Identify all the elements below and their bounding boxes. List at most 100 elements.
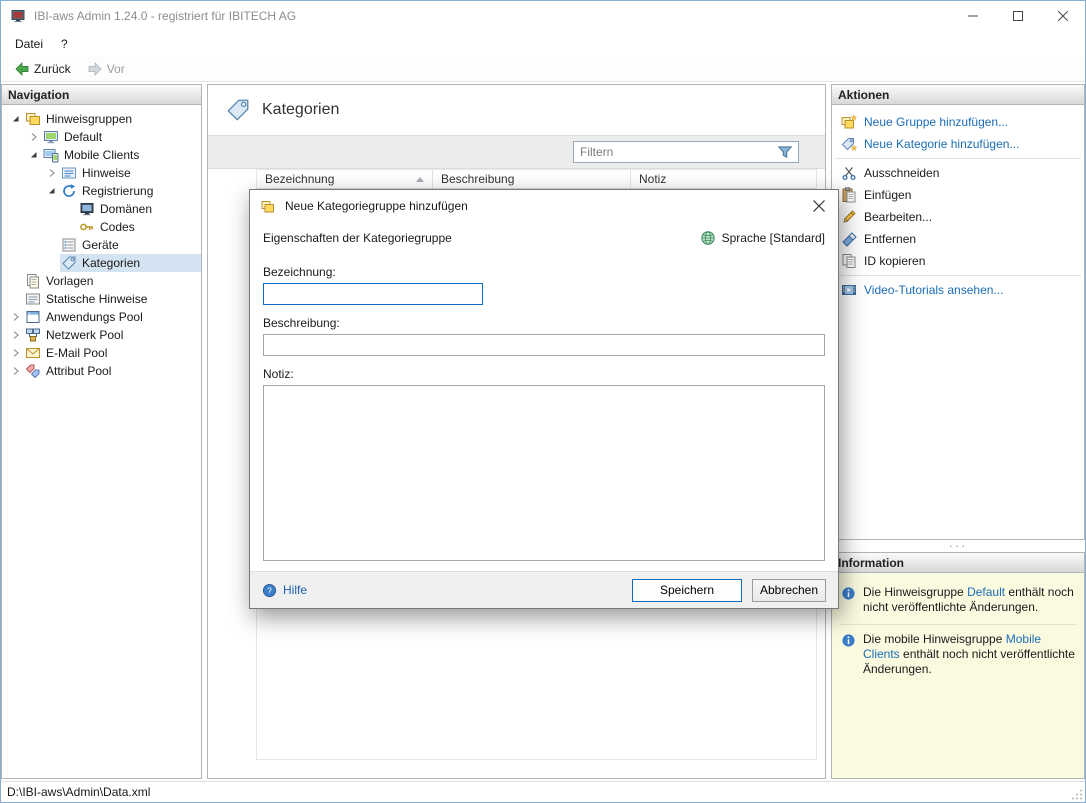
help-link[interactable]: ? Hilfe [262, 583, 307, 598]
devices-icon [61, 237, 77, 253]
network-pool-icon [25, 327, 41, 343]
tree-item-domaenen[interactable]: Domänen [2, 200, 201, 218]
sort-asc-icon [416, 177, 424, 182]
notiz-label: Notiz: [263, 367, 825, 381]
column-header-beschreibung[interactable]: Beschreibung [433, 170, 631, 188]
paste-icon [841, 187, 857, 203]
tree-item-label: Codes [100, 220, 135, 234]
dialog-title: Neue Kategoriegruppe hinzufügen [285, 199, 468, 213]
info-item: Die mobile Hinweisgruppe Mobile Clients … [839, 624, 1077, 686]
tree-item-anwendungs-pool[interactable]: Anwendungs Pool [2, 308, 201, 326]
action-label: Bearbeiten... [864, 210, 932, 224]
chevron-expanded-icon[interactable] [44, 183, 60, 199]
tree-item-registrierung[interactable]: Registrierung [2, 182, 201, 200]
cancel-button[interactable]: Abbrechen [752, 579, 826, 602]
chevron-collapsed-icon[interactable] [8, 363, 24, 379]
tree-item-label: E-Mail Pool [46, 346, 107, 360]
back-arrow-icon [14, 61, 30, 77]
filter-icon[interactable] [776, 143, 794, 161]
chevron-expanded-icon[interactable] [8, 111, 24, 127]
tree-item-label: Attribut Pool [46, 364, 111, 378]
maximize-button[interactable] [995, 1, 1040, 31]
mobile-clients-icon [43, 147, 59, 163]
menu-help[interactable]: ? [52, 33, 77, 55]
chevron-collapsed-icon[interactable] [8, 345, 24, 361]
column-header-bezeichnung[interactable]: Bezeichnung [257, 170, 433, 188]
tree-item-vorlagen[interactable]: Vorlagen [2, 272, 201, 290]
new-category-group-dialog: Neue Kategoriegruppe hinzufügen Eigensch… [249, 189, 839, 609]
navigation-header: Navigation [2, 85, 201, 105]
save-button[interactable]: Speichern [632, 579, 742, 602]
action-video-tutorials[interactable]: Video-Tutorials ansehen... [832, 279, 1084, 301]
templates-icon [25, 273, 41, 289]
action-edit[interactable]: Bearbeiten... [832, 206, 1084, 228]
tree-item-kategorien[interactable]: Kategorien [2, 254, 201, 272]
tree-item-hinweise[interactable]: Hinweise [2, 164, 201, 182]
action-cut[interactable]: Ausschneiden [832, 162, 1084, 184]
domains-icon [79, 201, 95, 217]
chevron-collapsed-icon[interactable] [8, 309, 24, 325]
close-button[interactable] [1040, 1, 1085, 31]
column-label: Notiz [639, 172, 666, 186]
notiz-textarea[interactable] [263, 385, 825, 561]
action-new-category[interactable]: Neue Kategorie hinzufügen... [832, 133, 1084, 155]
action-copy-id[interactable]: ID kopieren [832, 250, 1084, 272]
tree-item-codes[interactable]: Codes [2, 218, 201, 236]
resize-grip-icon[interactable] [1071, 788, 1083, 800]
info-link-default[interactable]: Default [967, 585, 1005, 599]
action-label: Einfügen [864, 188, 911, 202]
chevron-collapsed-icon[interactable] [26, 129, 42, 145]
minimize-button[interactable] [950, 1, 995, 31]
chevron-collapsed-icon[interactable] [44, 165, 60, 181]
tree-item-geraete[interactable]: Geräte [2, 236, 201, 254]
edit-icon [841, 209, 857, 225]
chevron-collapsed-icon[interactable] [8, 327, 24, 343]
app-icon [10, 8, 26, 24]
tree-item-label: Netzwerk Pool [46, 328, 123, 342]
tree-item-mobile-clients[interactable]: Mobile Clients [2, 146, 201, 164]
info-icon [841, 633, 856, 648]
action-new-group[interactable]: Neue Gruppe hinzufügen... [832, 111, 1084, 133]
tree-item-label: Vorlagen [46, 274, 93, 288]
dialog-close-button[interactable] [804, 191, 834, 221]
tree-item-hinweisgruppen[interactable]: Hinweisgruppen [2, 110, 201, 128]
action-remove[interactable]: Entfernen [832, 228, 1084, 250]
tree-item-default[interactable]: Default [2, 128, 201, 146]
dialog-footer: ? Hilfe Speichern Abbrechen [250, 571, 838, 608]
monitor-icon [43, 129, 59, 145]
dialog-title-bar[interactable]: Neue Kategoriegruppe hinzufügen [250, 190, 838, 222]
filter-box [573, 141, 799, 163]
beschreibung-input[interactable] [263, 334, 825, 356]
information-list: Die Hinweisgruppe Default enthält noch n… [832, 573, 1084, 778]
bezeichnung-input[interactable] [263, 283, 483, 305]
tree-item-label: Hinweisgruppen [46, 112, 132, 126]
column-header-notiz[interactable]: Notiz [631, 170, 816, 188]
tree-item-statische-hinweise[interactable]: Statische Hinweise [2, 290, 201, 308]
new-category-icon [841, 136, 857, 152]
dialog-body: Eigenschaften der Kategoriegruppe Sprach… [250, 222, 838, 571]
panel-splitter[interactable]: ··· [831, 540, 1085, 552]
tree-item-email-pool[interactable]: E-Mail Pool [2, 344, 201, 362]
tree-item-attribut-pool[interactable]: Attribut Pool [2, 362, 201, 380]
menu-datei[interactable]: Datei [6, 33, 52, 55]
email-pool-icon [25, 345, 41, 361]
navigation-tree: Hinweisgruppen Default Mobile Clients [2, 105, 201, 380]
codes-icon [79, 219, 95, 235]
action-paste[interactable]: Einfügen [832, 184, 1084, 206]
navigation-panel: Navigation Hinweisgruppen Default [1, 84, 202, 779]
tree-item-netzwerk-pool[interactable]: Netzwerk Pool [2, 326, 201, 344]
back-button[interactable]: Zurück [7, 59, 78, 79]
close-icon [813, 200, 825, 212]
action-label: Video-Tutorials ansehen... [864, 283, 1003, 297]
back-label: Zurück [34, 62, 71, 76]
forward-button[interactable]: Vor [80, 59, 132, 79]
forward-label: Vor [107, 62, 125, 76]
chevron-expanded-icon[interactable] [26, 147, 42, 163]
registration-icon [61, 183, 77, 199]
filter-input[interactable] [574, 143, 776, 161]
toolbar: Zurück Vor [1, 56, 1085, 82]
column-label: Beschreibung [441, 172, 514, 186]
action-label: Neue Kategorie hinzufügen... [864, 137, 1019, 151]
tree-item-label: Kategorien [82, 256, 140, 270]
language-button[interactable]: Sprache [Standard] [700, 230, 825, 246]
